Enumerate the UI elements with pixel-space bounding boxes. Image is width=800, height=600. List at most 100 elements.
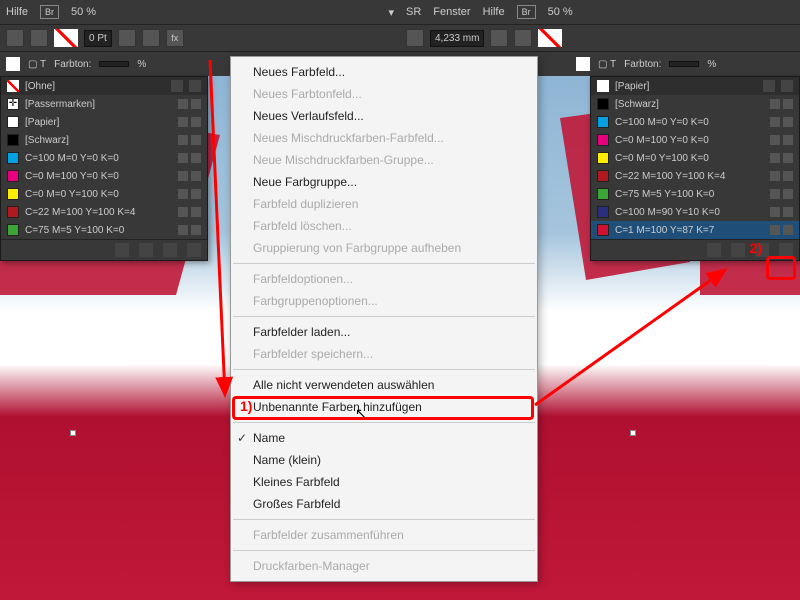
swatch-row[interactable]: [Passermarken] <box>1 95 207 113</box>
header-btn[interactable] <box>781 80 793 92</box>
tint-field-2[interactable] <box>669 61 699 67</box>
swatch-mode-icon <box>783 171 793 181</box>
header-btn[interactable] <box>171 80 183 92</box>
swatch-chip <box>7 188 19 200</box>
swatch-mode-icon <box>783 135 793 145</box>
swatch-row[interactable]: C=0 M=0 Y=100 K=0 <box>591 149 799 167</box>
menu-item[interactable]: Name (klein) <box>231 449 537 471</box>
swatch-chip <box>7 170 19 182</box>
none-swatch-icon <box>7 80 19 92</box>
bridge-icon-2[interactable]: Br <box>517 5 536 19</box>
menu-item: Neues Mischdruckfarben-Farbfeld... <box>231 127 537 149</box>
frame-fit-icon[interactable] <box>406 29 424 47</box>
swatch-name: C=0 M=0 Y=100 K=0 <box>615 153 764 164</box>
bridge-icon[interactable]: Br <box>40 5 59 19</box>
fx-icon[interactable]: fx <box>166 29 184 47</box>
swatch-chip <box>7 98 19 110</box>
menu-item[interactable]: Kleines Farbfeld <box>231 471 537 493</box>
swatch-row[interactable]: C=22 M=100 Y=100 K=4 <box>1 203 207 221</box>
menu-item[interactable]: Neues Farbfeld... <box>231 61 537 83</box>
trash-icon[interactable] <box>779 243 793 257</box>
new-button-icon[interactable] <box>163 243 177 257</box>
stroke-weight-field[interactable]: 0 Pt <box>84 30 112 47</box>
swatch-mode-icon <box>191 171 201 181</box>
fill-proxy-2[interactable] <box>576 57 590 71</box>
swatch-row[interactable]: C=0 M=100 Y=0 K=0 <box>1 167 207 185</box>
menu-sr[interactable]: SR <box>406 6 421 18</box>
panel-footer-left <box>1 239 207 260</box>
pct-label: % <box>137 59 146 70</box>
new-group-icon[interactable] <box>139 243 153 257</box>
swatch-row[interactable]: C=100 M=90 Y=10 K=0 <box>591 203 799 221</box>
swatch-type-icon <box>178 171 188 181</box>
swatch-header-label: [Ohne] <box>25 81 55 92</box>
menu-item[interactable]: Unbenannte Farben hinzufügen <box>231 396 537 418</box>
stroke-swatch-none-2[interactable] <box>538 29 562 47</box>
swatches-header-right: [Papier] <box>591 77 799 95</box>
menu-item[interactable]: Farbfelder laden... <box>231 321 537 343</box>
fill-icon[interactable] <box>6 29 24 47</box>
swatch-row[interactable]: [Papier] <box>1 113 207 131</box>
swatch-row[interactable]: C=100 M=0 Y=0 K=0 <box>591 113 799 131</box>
toolbar-btn[interactable] <box>118 29 136 47</box>
toolbar-btn[interactable] <box>490 29 508 47</box>
swatch-name: C=75 M=5 Y=100 K=0 <box>25 225 172 236</box>
zoom-level[interactable]: 50 % <box>71 6 96 18</box>
menu-item[interactable]: Neues Verlaufsfeld... <box>231 105 537 127</box>
swatch-chip <box>597 170 609 182</box>
new-swatch-icon[interactable] <box>115 243 129 257</box>
swatches-panel-left: [Ohne] [Passermarken][Papier][Schwarz]C=… <box>0 76 208 261</box>
menu-item[interactable]: Alle nicht verwendeten auswählen <box>231 374 537 396</box>
swatch-row[interactable]: [Schwarz] <box>591 95 799 113</box>
width-field[interactable]: 4,233 mm <box>430 30 484 47</box>
swatch-mode-icon <box>191 99 201 109</box>
swatch-mode-icon <box>191 207 201 217</box>
menu-hilfe[interactable]: Hilfe <box>6 6 28 18</box>
menu-item: Farbgruppenoptionen... <box>231 290 537 312</box>
swatch-name: C=1 M=100 Y=87 K=7 <box>615 225 764 236</box>
swatch-chip <box>597 134 609 146</box>
swatch-type-icon <box>770 135 780 145</box>
menu-item[interactable]: Name <box>231 427 537 449</box>
menu-item: Farbfeld duplizieren <box>231 193 537 215</box>
swatch-mode-icon <box>191 135 201 145</box>
swatch-type-icon <box>178 117 188 127</box>
menu-hilfe-2[interactable]: Hilfe <box>483 6 505 18</box>
swatch-name: C=22 M=100 Y=100 K=4 <box>615 171 764 182</box>
swatch-type-icon <box>770 207 780 217</box>
menu-item: Druckfarben-Manager <box>231 555 537 577</box>
swatch-chip <box>7 206 19 218</box>
menubar-right: SR Fenster Hilfe Br 50 % <box>400 0 800 24</box>
cursor-icon: ↖ <box>355 405 367 422</box>
stroke-icon[interactable] <box>30 29 48 47</box>
menu-item[interactable]: Neue Farbgruppe... <box>231 171 537 193</box>
zoom-level-2[interactable]: 50 % <box>548 6 573 18</box>
swatch-row[interactable]: C=100 M=0 Y=0 K=0 <box>1 149 207 167</box>
menu-item[interactable]: Großes Farbfeld <box>231 493 537 515</box>
swatch-type-icon <box>178 135 188 145</box>
tint-field[interactable] <box>99 61 129 67</box>
swatch-row[interactable]: C=75 M=5 Y=100 K=0 <box>1 221 207 239</box>
fill-proxy[interactable] <box>6 57 20 71</box>
swatch-row[interactable]: C=22 M=100 Y=100 K=4 <box>591 167 799 185</box>
swatch-row[interactable]: [Schwarz] <box>1 131 207 149</box>
swatch-row[interactable]: C=0 M=0 Y=100 K=0 <box>1 185 207 203</box>
new-group-icon[interactable] <box>731 243 745 257</box>
swatch-row[interactable]: C=0 M=100 Y=0 K=0 <box>591 131 799 149</box>
menu-item: Neues Farbtonfeld... <box>231 83 537 105</box>
swatch-row[interactable]: C=75 M=5 Y=100 K=0 <box>591 185 799 203</box>
swatch-row[interactable]: C=1 M=100 Y=87 K=7 <box>591 221 799 239</box>
control-bar-right: 4,233 mm <box>400 24 800 52</box>
toolbar-btn[interactable] <box>514 29 532 47</box>
selection-handle[interactable] <box>630 430 636 436</box>
selection-handle[interactable] <box>70 430 76 436</box>
header-btn[interactable] <box>763 80 775 92</box>
toolbar-btn[interactable] <box>142 29 160 47</box>
menubar-left: Hilfe Br 50 % ▾ <box>0 0 400 24</box>
stroke-swatch-none[interactable] <box>54 29 78 47</box>
menu-fenster[interactable]: Fenster <box>433 6 470 18</box>
new-swatch-icon[interactable] <box>707 243 721 257</box>
swatch-name: C=0 M=100 Y=0 K=0 <box>615 135 764 146</box>
trash-icon[interactable] <box>187 243 201 257</box>
header-btn[interactable] <box>189 80 201 92</box>
